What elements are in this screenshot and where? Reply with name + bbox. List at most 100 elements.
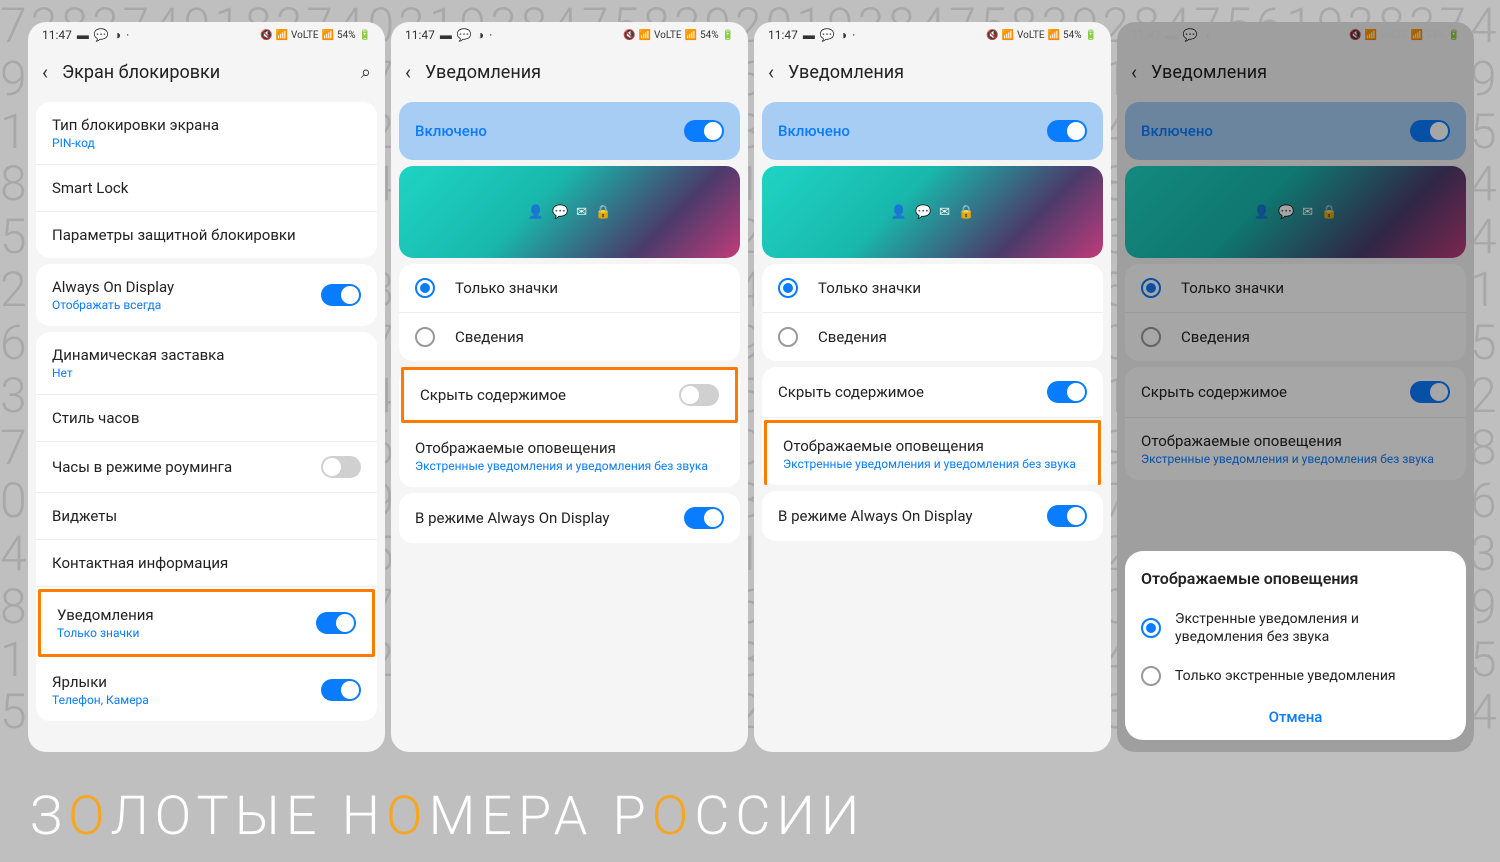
smartlock-title: Smart Lock bbox=[52, 179, 361, 197]
radio-button[interactable] bbox=[778, 327, 798, 347]
section-customize: Динамическая заставкаНет Стиль часов Час… bbox=[36, 332, 377, 721]
row-smartlock[interactable]: Smart Lock bbox=[36, 165, 377, 212]
aod-toggle[interactable] bbox=[321, 284, 361, 306]
wifi-icon: 📶 bbox=[639, 30, 651, 41]
shortcuts-toggle[interactable] bbox=[321, 679, 361, 701]
phone-screen-3: 11:47 ▬💬◑ · 🔇📶VoLTE📶54%🔋 ‹ Уведомления В… bbox=[754, 22, 1111, 752]
volte-icon: VoLTE bbox=[654, 30, 682, 41]
radio-icons-only[interactable]: Только значки bbox=[762, 264, 1103, 313]
enabled-label: Включено bbox=[415, 122, 487, 140]
dialog-opt-1[interactable]: Экстренные уведомления и уведомления без… bbox=[1141, 600, 1450, 656]
battery-icon: 🔋 bbox=[1085, 30, 1097, 41]
row-shown-alerts[interactable]: Отображаемые оповещенияЭкстренные уведом… bbox=[764, 420, 1101, 485]
enabled-banner[interactable]: Включено bbox=[762, 102, 1103, 160]
signal-icon: 📶 bbox=[685, 30, 697, 41]
shortcuts-sub: Телефон, Камера bbox=[52, 693, 321, 707]
aod-mode-title: В режиме Always On Display bbox=[415, 509, 684, 527]
signal-icon: 📶 bbox=[322, 30, 334, 41]
row-notifications[interactable]: Уведомления Только значки bbox=[38, 589, 375, 657]
battery-icon: 🔋 bbox=[359, 30, 371, 41]
message-icon: 💬 bbox=[552, 205, 568, 220]
row-secure-lock[interactable]: Параметры защитной блокировки bbox=[36, 212, 377, 258]
section-options: Скрыть содержимое Отображаемые оповещени… bbox=[762, 367, 1103, 485]
status-battery: 54% bbox=[700, 30, 719, 41]
row-shown-alerts[interactable]: Отображаемые оповещенияЭкстренные уведом… bbox=[399, 425, 740, 487]
volte-icon: VoLTE bbox=[291, 30, 319, 41]
back-icon[interactable]: ‹ bbox=[405, 60, 411, 84]
row-aod[interactable]: Always On Display Отображать всегда bbox=[36, 264, 377, 326]
radio-icons-only[interactable]: Только значки bbox=[399, 264, 740, 313]
chat-icon: ▬ bbox=[803, 28, 815, 42]
phone-screen-1: 11:47 ▬💬◑ · 🔇📶VoLTE📶54%🔋 ‹ Экран блокиро… bbox=[28, 22, 385, 752]
header: ‹ Уведомления bbox=[754, 48, 1111, 96]
widgets-title: Виджеты bbox=[52, 507, 361, 525]
status-time: 11:47 bbox=[768, 28, 798, 42]
section-lock: Тип блокировки экранаPIN-код Smart Lock … bbox=[36, 102, 377, 258]
enabled-label: Включено bbox=[778, 122, 850, 140]
dynamic-title: Динамическая заставка bbox=[52, 346, 361, 364]
message-icon: 💬 bbox=[915, 205, 931, 220]
row-dynamic[interactable]: Динамическая заставкаНет bbox=[36, 332, 377, 395]
signal-icon: 📶 bbox=[1048, 30, 1060, 41]
status-battery: 54% bbox=[1063, 30, 1082, 41]
radio-button[interactable] bbox=[778, 278, 798, 298]
row-lock-type[interactable]: Тип блокировки экранаPIN-код bbox=[36, 102, 377, 165]
section-style: Только значки Сведения bbox=[399, 264, 740, 361]
radio-button[interactable] bbox=[1141, 666, 1161, 686]
dialog-cancel-button[interactable]: Отмена bbox=[1141, 696, 1450, 730]
search-icon[interactable]: ⌕ bbox=[361, 62, 371, 83]
enabled-banner[interactable]: Включено bbox=[399, 102, 740, 160]
back-icon[interactable]: ‹ bbox=[768, 60, 774, 84]
aod-sub: Отображать всегда bbox=[52, 298, 321, 312]
comment-icon: 💬 bbox=[94, 28, 109, 42]
roaming-title: Часы в режиме роуминга bbox=[52, 458, 321, 476]
lock-type-title: Тип блокировки экрана bbox=[52, 116, 361, 134]
dialog-opt-2[interactable]: Только экстренные уведомления bbox=[1141, 656, 1450, 696]
radio-details[interactable]: Сведения bbox=[762, 313, 1103, 361]
status-bar: 11:47 ▬💬◑ · 🔇📶VoLTE📶54%🔋 bbox=[754, 22, 1111, 48]
dialog-opt-label: Только экстренные уведомления bbox=[1175, 667, 1450, 685]
row-aod-mode[interactable]: В режиме Always On Display bbox=[762, 491, 1103, 541]
row-shortcuts[interactable]: ЯрлыкиТелефон, Камера bbox=[36, 659, 377, 721]
aod-mode-toggle[interactable] bbox=[684, 507, 724, 529]
aod-title: Always On Display bbox=[52, 278, 321, 296]
row-hide-content[interactable]: Скрыть содержимое bbox=[762, 367, 1103, 418]
footer-brand: ЗОЛОТЫЕ НОМЕРА РОССИИ bbox=[30, 785, 865, 848]
volte-icon: VoLTE bbox=[1017, 30, 1045, 41]
hide-toggle[interactable] bbox=[679, 384, 719, 406]
enabled-toggle[interactable] bbox=[684, 120, 724, 142]
radio-button[interactable] bbox=[415, 327, 435, 347]
section-options: Скрыть содержимое Отображаемые оповещени… bbox=[399, 367, 740, 487]
aod-mode-toggle[interactable] bbox=[1047, 505, 1087, 527]
row-roaming-clock[interactable]: Часы в режиме роуминга bbox=[36, 442, 377, 493]
radio-details[interactable]: Сведения bbox=[399, 313, 740, 361]
roaming-toggle[interactable] bbox=[321, 456, 361, 478]
chat-icon: ▬ bbox=[77, 28, 89, 42]
comment-icon: 💬 bbox=[457, 28, 472, 42]
phone-screen-4: 11:47 ▬💬◑ · 🔇📶VoLTE📶54%🔋 ‹ Уведомления В… bbox=[1117, 22, 1474, 752]
section-aod-notif: В режиме Always On Display bbox=[762, 491, 1103, 541]
row-widgets[interactable]: Виджеты bbox=[36, 493, 377, 540]
missed-call-icon: 👤 bbox=[528, 205, 544, 220]
notif-toggle[interactable] bbox=[316, 612, 356, 634]
lockscreen-preview: 👤 💬 ✉ 🔒 bbox=[762, 166, 1103, 258]
phone-screen-2: 11:47 ▬💬◑ · 🔇📶VoLTE📶54%🔋 ‹ Уведомления В… bbox=[391, 22, 748, 752]
radio-button[interactable] bbox=[415, 278, 435, 298]
hide-toggle[interactable] bbox=[1047, 381, 1087, 403]
radio-button[interactable] bbox=[1141, 618, 1161, 638]
back-icon[interactable]: ‹ bbox=[42, 60, 48, 84]
row-hide-content[interactable]: Скрыть содержимое bbox=[401, 367, 738, 423]
notif-title: Уведомления bbox=[57, 606, 316, 624]
row-aod-mode[interactable]: В режиме Always On Display bbox=[399, 493, 740, 543]
radio-label: Сведения bbox=[818, 328, 887, 346]
notif-sub: Только значки bbox=[57, 626, 316, 640]
lockscreen-preview: 👤 💬 ✉ 🔒 bbox=[399, 166, 740, 258]
missed-call-icon: 👤 bbox=[891, 205, 907, 220]
row-contact-info[interactable]: Контактная информация bbox=[36, 540, 377, 587]
radio-label: Сведения bbox=[455, 328, 524, 346]
enabled-toggle[interactable] bbox=[1047, 120, 1087, 142]
shown-title: Отображаемые оповещения bbox=[783, 437, 1082, 455]
mute-icon: 🔇 bbox=[260, 30, 272, 41]
sync-icon: ◑ bbox=[477, 28, 484, 42]
row-clock-style[interactable]: Стиль часов bbox=[36, 395, 377, 442]
